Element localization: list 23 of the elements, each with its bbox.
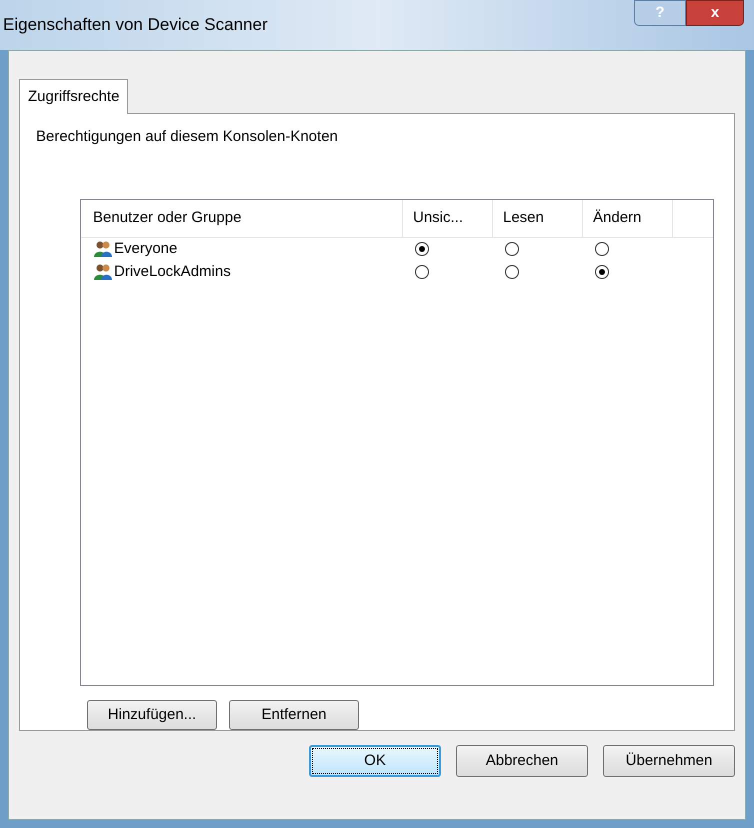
user-name: Everyone [114,238,178,259]
column-header[interactable]: Unsic... [403,200,493,236]
radio-button[interactable] [595,265,609,279]
list-button[interactable]: Hinzufügen... [87,700,217,730]
radio-button[interactable] [505,242,519,256]
tab[interactable]: Zugriffsrechte [19,79,128,114]
description: Berechtigungen auf diesem Konsolen-Knoten [36,127,339,147]
radio-button[interactable] [505,265,519,279]
user-name: DriveLockAdmins [114,262,231,282]
window-title: Eigenschaften von Device Scanner [3,14,268,36]
dialog-button[interactable]: OK [309,745,441,777]
radio-button[interactable] [595,242,609,256]
column-header[interactable]: Lesen [493,200,583,236]
column-header[interactable]: Ändern [583,200,673,236]
close-button[interactable]: x [686,0,744,26]
users-icon [93,263,113,281]
radio-button[interactable] [415,242,429,256]
dialog-button[interactable]: Übernehmen [603,745,735,777]
radio-button[interactable] [415,265,429,279]
dialog-button[interactable]: Abbrechen [456,745,588,777]
users-icon [93,240,113,258]
column-header[interactable]: Benutzer oder Gruppe [81,200,403,236]
list-button[interactable]: Entfernen [229,700,359,730]
